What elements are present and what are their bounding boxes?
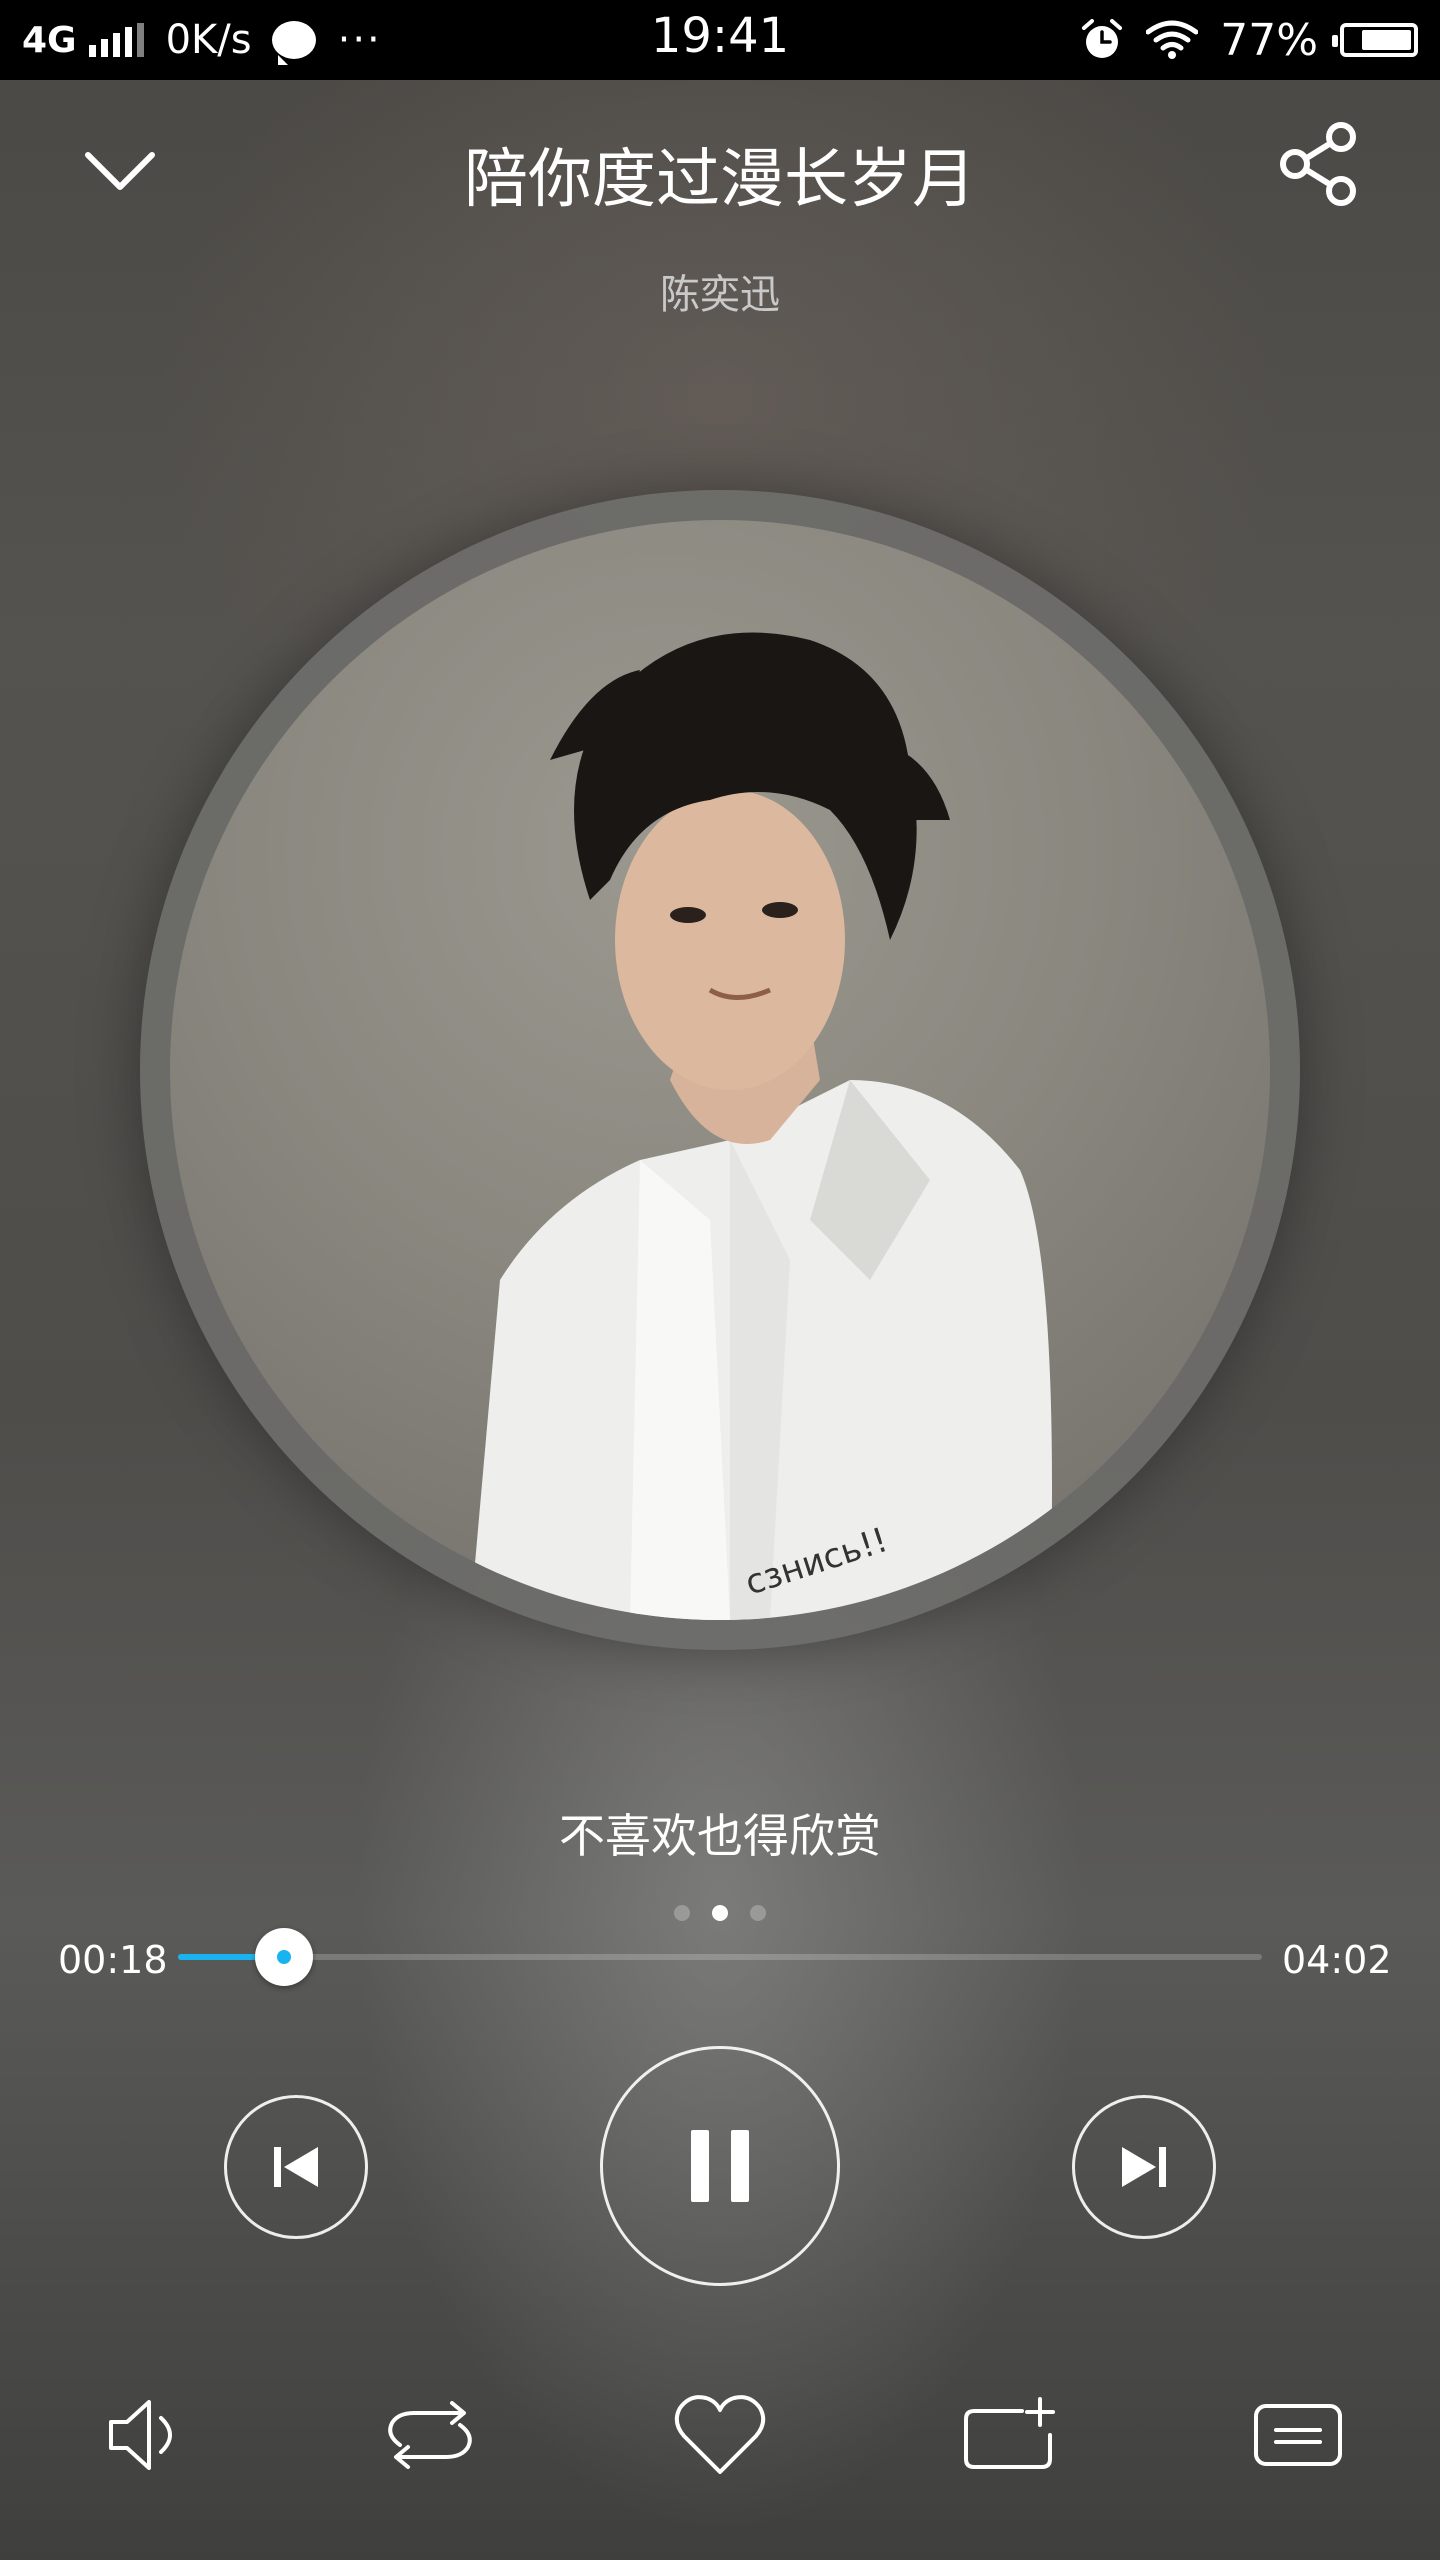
add-to-playlist-button[interactable] — [960, 2385, 1060, 2485]
previous-button[interactable] — [224, 2095, 368, 2239]
album-art[interactable]: сзнись!! — [170, 520, 1270, 1620]
wifi-icon — [1146, 20, 1199, 59]
progress-track[interactable] — [178, 1954, 1262, 1960]
page-dot[interactable] — [712, 1905, 728, 1921]
artist-portrait: сзнись!! — [470, 632, 1052, 1620]
status-right: 77% — [1080, 12, 1418, 68]
next-button[interactable] — [1072, 2095, 1216, 2239]
pause-button[interactable] — [600, 2046, 840, 2286]
favorite-button[interactable] — [670, 2385, 770, 2485]
battery-icon — [1332, 23, 1418, 57]
page-dot[interactable] — [750, 1905, 766, 1921]
volume-button[interactable] — [94, 2385, 194, 2485]
pause-icon — [691, 2130, 749, 2202]
skip-next-icon — [1122, 2147, 1166, 2187]
playlist-icon — [1254, 2404, 1342, 2466]
total-time: 04:02 — [1282, 1938, 1392, 1982]
current-time: 00:18 — [58, 1938, 168, 1982]
alarm-icon — [1082, 19, 1123, 58]
add-to-playlist-icon — [964, 2397, 1055, 2469]
volume-icon — [109, 2400, 172, 2470]
page-dot[interactable] — [674, 1905, 690, 1921]
song-title: 陪你度过漫长岁月 — [464, 143, 976, 217]
repeat-button[interactable] — [380, 2385, 480, 2485]
share-button[interactable] — [1275, 120, 1363, 208]
playlist-button[interactable] — [1248, 2385, 1348, 2485]
current-lyric[interactable]: 不喜欢也得欣赏 — [0, 1800, 1440, 1866]
repeat-icon — [388, 2401, 472, 2469]
share-icon — [1280, 122, 1356, 206]
page-indicator — [0, 1905, 1440, 1921]
battery-percent: 77% — [1220, 14, 1318, 66]
heart-icon — [674, 2395, 766, 2474]
battery-level — [1361, 30, 1411, 50]
progress-thumb[interactable] — [255, 1928, 314, 1986]
skip-previous-icon — [274, 2147, 318, 2187]
artist-name[interactable]: 陈奕迅 — [0, 262, 1440, 320]
